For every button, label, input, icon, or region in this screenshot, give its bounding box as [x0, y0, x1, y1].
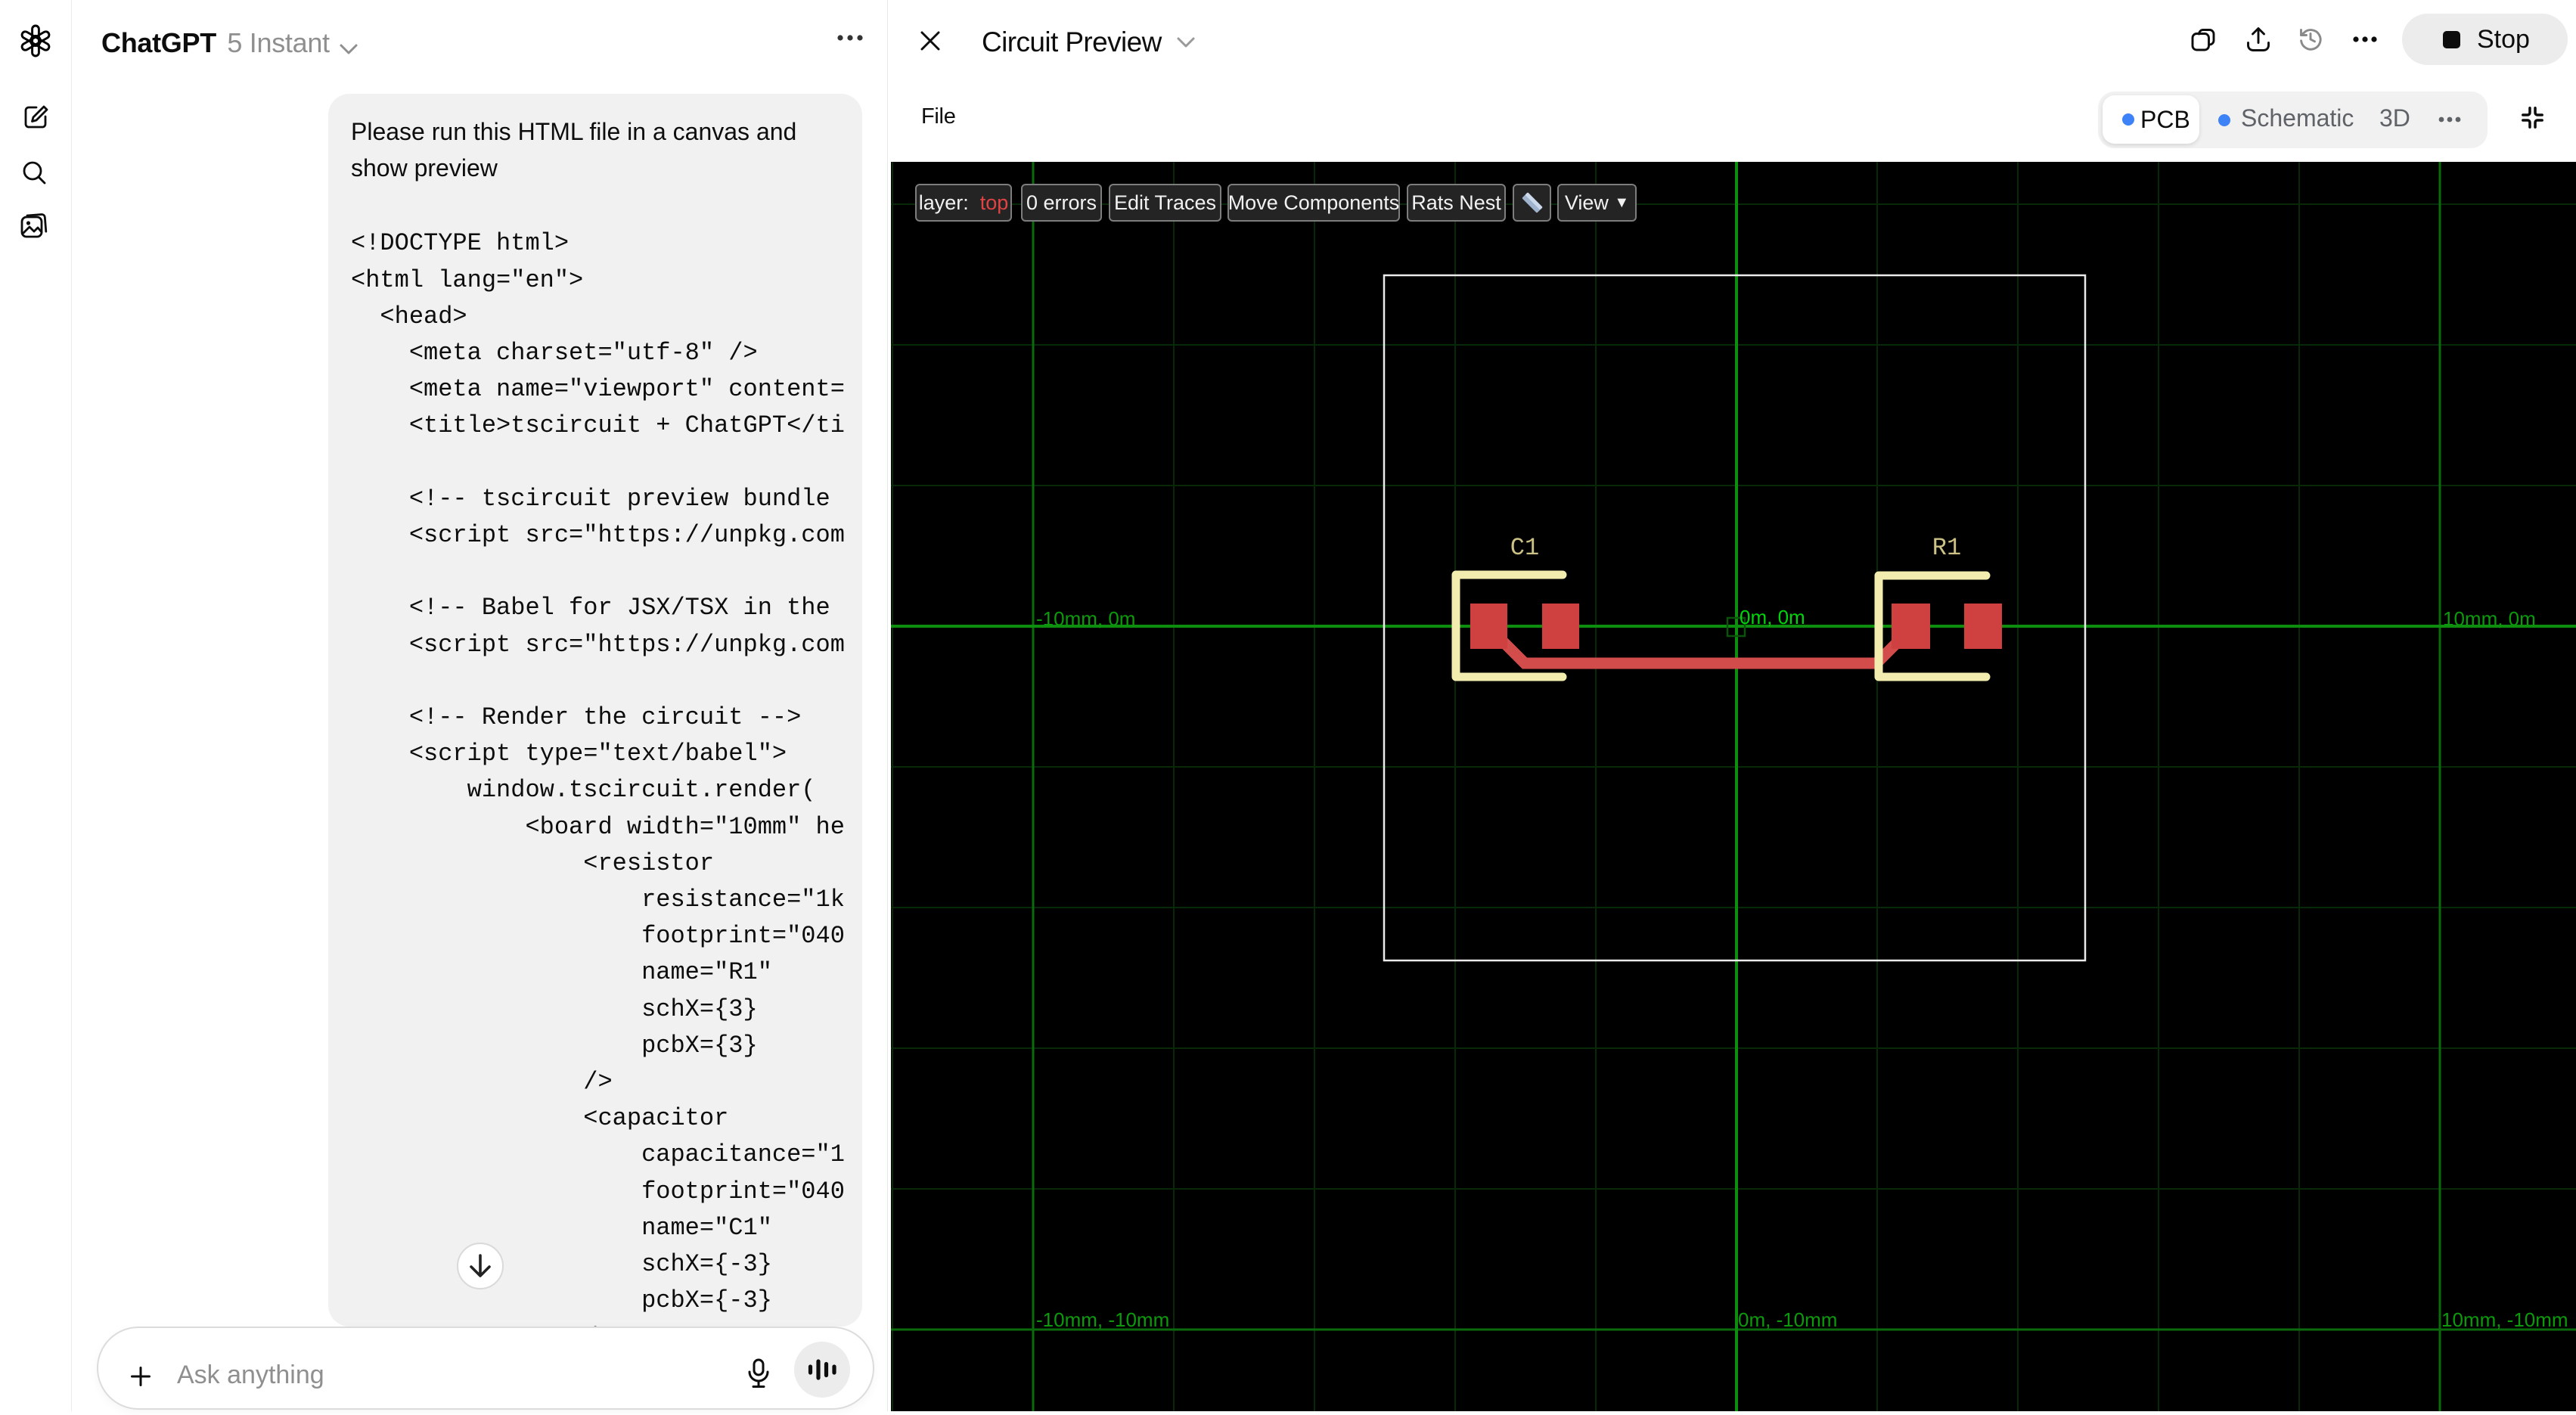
svg-text:-10mm, 0m: -10mm, 0m	[1036, 607, 1135, 630]
svg-text:0m, -10mm: 0m, -10mm	[1738, 1308, 1837, 1331]
svg-text:10mm, 0m: 10mm, 0m	[2443, 607, 2536, 630]
svg-text:-10mm, -10mm: -10mm, -10mm	[1036, 1308, 1169, 1331]
svg-text:R1: R1	[1932, 534, 1961, 562]
svg-text:10mm, -10mm: 10mm, -10mm	[2441, 1308, 2568, 1331]
svg-text:C1: C1	[1510, 534, 1539, 562]
svg-text:0m, 0m: 0m, 0m	[1740, 606, 1805, 628]
